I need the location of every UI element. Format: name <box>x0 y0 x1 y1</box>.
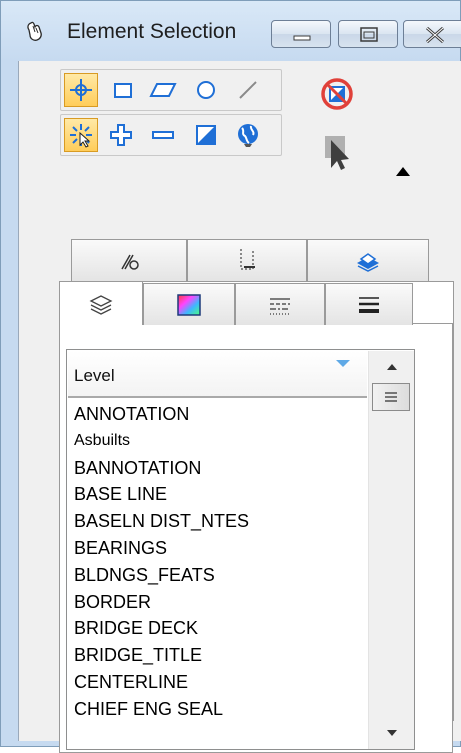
list-item[interactable]: BEARINGS <box>68 535 367 562</box>
expand-toggle[interactable] <box>391 161 415 181</box>
scroll-thumb[interactable] <box>372 383 410 411</box>
window-title: Element Selection <box>67 20 237 43</box>
list-item[interactable]: BRIDGE DECK <box>68 615 367 642</box>
subtract-icon <box>152 131 174 139</box>
clear-selection-button[interactable] <box>317 74 357 114</box>
circle-icon <box>197 81 215 99</box>
attributes-tab-icon <box>240 248 255 270</box>
application-icon <box>25 21 45 43</box>
levels-tab[interactable] <box>59 281 143 325</box>
globe-select-tool[interactable] <box>231 118 265 152</box>
list-item[interactable]: Asbuilts <box>68 428 367 455</box>
modify-tab-icon <box>121 254 139 270</box>
vertical-scrollbar[interactable] <box>368 351 414 749</box>
view-tab-icon <box>357 252 379 272</box>
clear-selection-icon <box>321 78 353 110</box>
element-select-tool[interactable] <box>64 73 98 107</box>
add-icon <box>110 124 132 146</box>
subtract-selection-tool[interactable] <box>146 118 180 152</box>
view-tab[interactable] <box>307 239 429 281</box>
line-select-tool[interactable] <box>231 73 265 107</box>
line-icon <box>239 81 257 99</box>
element-select-icon <box>70 79 92 101</box>
invert-selection-tool[interactable] <box>189 118 223 152</box>
level-items: ANNOTATION Asbuilts BANNOTATION BASE LIN… <box>68 401 367 749</box>
shape-select-tool[interactable] <box>146 73 180 107</box>
color-tab-icon <box>177 293 201 316</box>
close-icon <box>426 26 444 44</box>
list-item[interactable]: BANNOTATION <box>68 455 367 482</box>
expand-arrow-icon <box>396 167 410 176</box>
title-bar[interactable]: Element Selection <box>1 1 461 61</box>
rectangle-select-tool[interactable] <box>106 73 140 107</box>
scroll-down-button[interactable] <box>369 717 415 749</box>
weight-tab-icon <box>359 296 379 313</box>
level-column-header[interactable]: Level <box>68 351 367 398</box>
scroll-down-icon <box>387 730 397 736</box>
line-style-tab[interactable] <box>235 283 325 325</box>
fence-select-icon <box>70 124 92 148</box>
scroll-up-icon <box>387 364 397 370</box>
level-list[interactable]: Level ANNOTATION Asbuilts BANNOTATION BA… <box>66 349 415 750</box>
sort-arrow-icon <box>336 360 350 367</box>
parallelogram-icon <box>149 83 177 97</box>
attributes-tab[interactable] <box>187 239 307 281</box>
dialog-body: Level ANNOTATION Asbuilts BANNOTATION BA… <box>18 61 461 753</box>
weight-tab[interactable] <box>325 283 413 325</box>
invert-icon <box>196 125 216 145</box>
modify-tab[interactable] <box>71 239 187 281</box>
close-button[interactable] <box>403 20 461 48</box>
list-item[interactable]: ANNOTATION <box>68 401 367 428</box>
element-selection-window: Element Selection Level ANNOTATION Asbui… <box>0 0 461 753</box>
selection-mode-toolbar-2 <box>60 114 282 156</box>
list-item[interactable]: CHIEF ENG SEAL <box>68 696 367 723</box>
minimize-button[interactable] <box>271 20 331 48</box>
level-column-label: Level <box>74 366 115 385</box>
grip-icon <box>385 392 397 402</box>
rectangle-icon <box>114 83 132 98</box>
selection-mode-toolbar <box>60 69 282 111</box>
maximize-icon <box>360 27 378 42</box>
globe-icon <box>238 124 258 147</box>
minimize-icon <box>293 35 311 41</box>
levels-tab-icon <box>89 294 113 315</box>
pointer-icon <box>325 136 349 170</box>
scroll-up-button[interactable] <box>369 351 415 383</box>
maximize-button[interactable] <box>338 20 398 48</box>
circle-select-tool[interactable] <box>189 73 223 107</box>
list-item[interactable]: BORDER <box>68 589 367 616</box>
list-item[interactable]: BLDNGS_FEATS <box>68 562 367 589</box>
list-item[interactable]: CENTERLINE <box>68 669 367 696</box>
pointer-button[interactable] <box>317 129 357 177</box>
list-item[interactable]: BASE LINE <box>68 481 367 508</box>
color-tab[interactable] <box>143 283 235 325</box>
list-item[interactable]: BASELN DIST_NTES <box>68 508 367 535</box>
list-item[interactable]: BRIDGE_TITLE <box>68 642 367 669</box>
line-style-tab-icon <box>270 297 290 315</box>
fence-select-tool[interactable] <box>64 118 98 152</box>
add-selection-tool[interactable] <box>104 118 138 152</box>
